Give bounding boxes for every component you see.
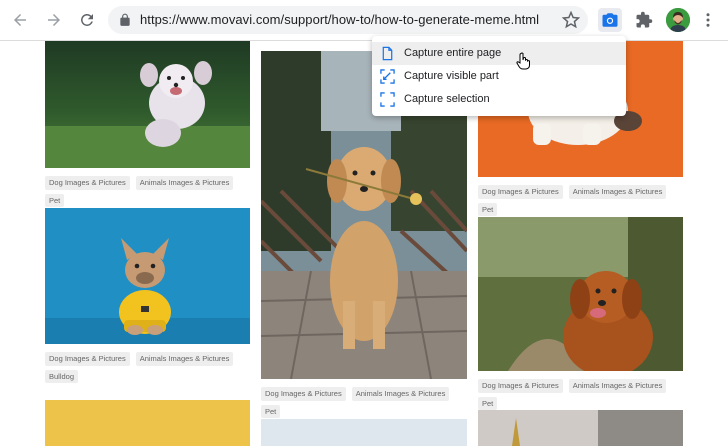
browser-menu-button[interactable] (698, 8, 718, 32)
yellow-photo-image (45, 400, 250, 446)
camera-icon (602, 13, 618, 27)
arrow-right-icon (48, 14, 60, 26)
fluffy-dog-image (45, 41, 250, 168)
extensions-button[interactable] (632, 8, 656, 32)
capture-entire-page-item[interactable]: Capture entire page (372, 42, 626, 65)
tag-chip[interactable]: Animals Images & Pictures (568, 185, 667, 199)
visible-part-icon (380, 69, 395, 84)
reload-button[interactable] (75, 8, 99, 32)
photo-french-bulldog[interactable] (45, 208, 250, 344)
hand-pointer-cursor-icon (516, 52, 530, 70)
photo-tags: Dog Images & Pictures Animals Images & P… (45, 352, 250, 383)
photo-pale-card[interactable] (261, 419, 467, 446)
forward-button[interactable] (42, 8, 66, 32)
url-text[interactable]: https://www.movavi.com/support/how-to/ho… (140, 12, 539, 27)
pale-photo-image (261, 419, 467, 446)
photo-brown-dog[interactable] (478, 217, 683, 371)
arrow-left-icon (14, 14, 26, 26)
tag-chip[interactable]: Pet (45, 193, 65, 207)
capture-visible-part-item[interactable]: Capture visible part (372, 65, 626, 88)
lock-icon (120, 13, 130, 26)
tag-chip[interactable]: Dog Images & Pictures (478, 185, 563, 199)
tag-chip[interactable]: Dog Images & Pictures (45, 352, 130, 366)
menu-item-label: Capture selection (404, 93, 490, 105)
puzzle-icon (636, 11, 653, 28)
bulldog-image (45, 208, 250, 344)
user-avatar-icon (666, 8, 690, 32)
menu-item-label: Capture entire page (404, 47, 502, 59)
tag-chip[interactable]: Animals Images & Pictures (568, 379, 667, 393)
tag-chip[interactable]: Bulldog (45, 369, 79, 383)
photo-tags: Dog Images & Pictures Animals Images & P… (45, 176, 250, 207)
tag-chip[interactable]: Pet (478, 202, 498, 216)
photo-fluffy-dog-running[interactable] (45, 41, 250, 168)
capture-menu: Capture entire page Capture visible part… (372, 36, 626, 116)
tag-chip[interactable]: Dog Images & Pictures (45, 176, 130, 190)
tag-chip[interactable]: Animals Images & Pictures (351, 387, 450, 401)
tag-chip[interactable]: Pet (261, 404, 281, 418)
browser-toolbar: https://www.movavi.com/support/how-to/ho… (0, 0, 728, 41)
profile-avatar[interactable] (666, 8, 690, 32)
tag-chip[interactable]: Dog Images & Pictures (478, 379, 563, 393)
screenshot-extension-button[interactable] (598, 8, 622, 32)
photo-tags: Dog Images & Pictures Animals Images & P… (478, 185, 683, 216)
photo-tags: Dog Images & Pictures Animals Images & P… (261, 387, 467, 418)
address-bar[interactable]: https://www.movavi.com/support/how-to/ho… (108, 6, 588, 34)
tag-chip[interactable]: Pet (478, 396, 498, 410)
capture-selection-item[interactable]: Capture selection (372, 88, 626, 111)
back-button[interactable] (8, 8, 32, 32)
tag-chip[interactable]: Animals Images & Pictures (135, 352, 234, 366)
selection-icon (380, 92, 395, 107)
more-vert-icon (706, 13, 710, 27)
tag-chip[interactable]: Dog Images & Pictures (261, 387, 346, 401)
photo-interior-card[interactable] (478, 410, 683, 446)
reload-icon (81, 13, 93, 26)
menu-item-label: Capture visible part (404, 70, 499, 82)
interior-photo-image (478, 410, 683, 446)
photo-yellow-card[interactable] (45, 400, 250, 446)
photo-tags: Dog Images & Pictures Animals Images & P… (478, 379, 683, 410)
tag-chip[interactable]: Animals Images & Pictures (135, 176, 234, 190)
bookmark-star-icon[interactable] (562, 11, 580, 29)
brown-dog-image (478, 217, 683, 371)
page-icon (382, 46, 393, 61)
